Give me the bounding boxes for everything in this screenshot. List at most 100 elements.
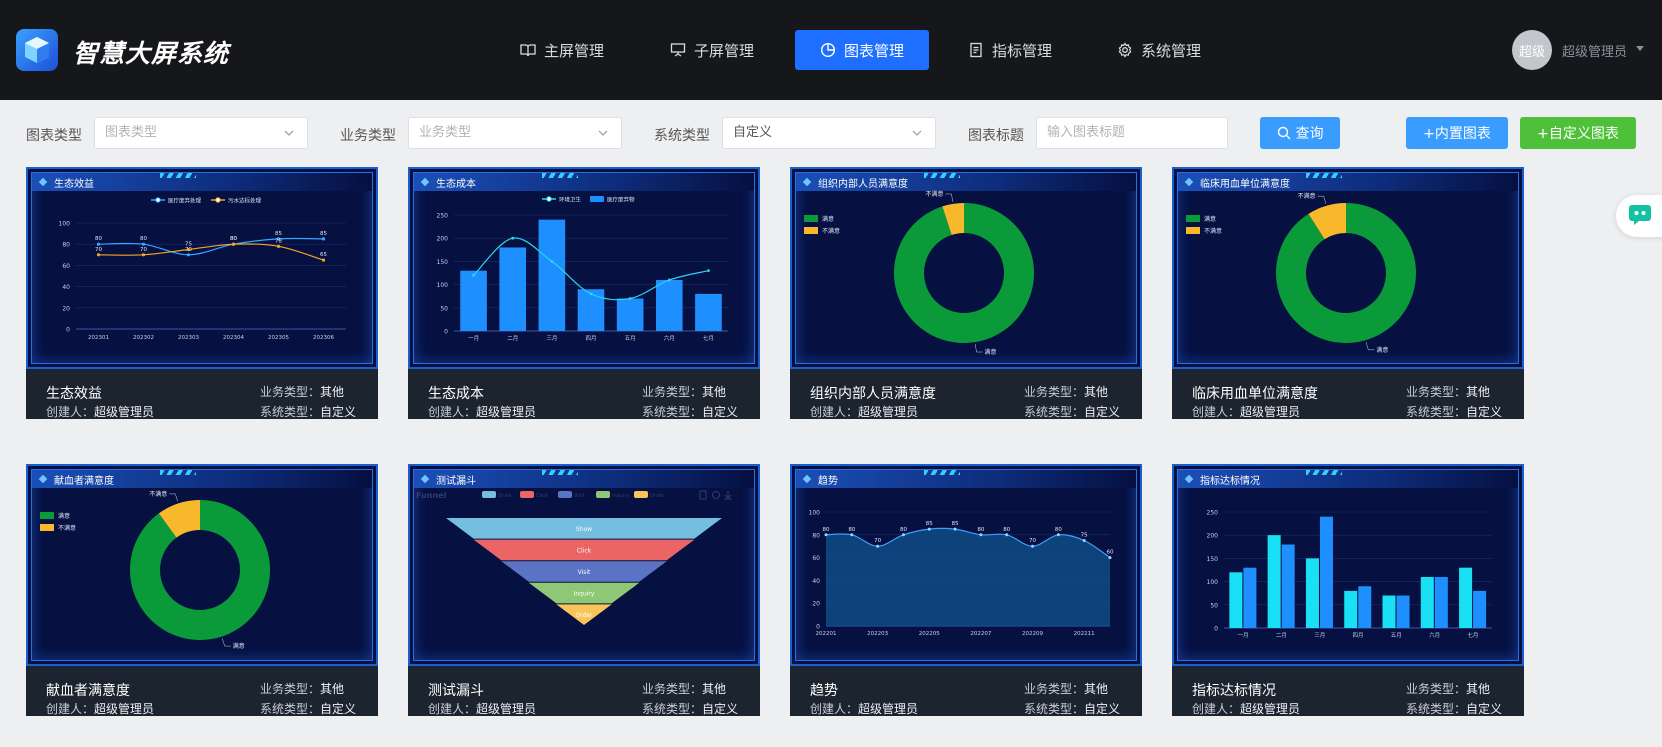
- chart-card[interactable]: 生态成本 0 50 100 150 200 250 一月 二月 三月 四月 五月 六月 七月 环境卫生 医疗废…: [408, 167, 760, 419]
- card-biz-type: 业务类型：其他: [1024, 680, 1108, 697]
- creator-value: 超级管理员: [1240, 405, 1301, 419]
- legend-label: Visit: [574, 493, 585, 499]
- data-point: [1005, 533, 1009, 537]
- chart-card[interactable]: 临床用血单位满意度 满意 不满意 满意 不满意 临床用血单位满意度 创建人：超级管理员 业务类…: [1172, 167, 1524, 419]
- chart-card[interactable]: 生态效益 0 20 40 60 80 100 202301 202302 202303 202304…: [26, 167, 378, 419]
- x-tick-label: 二月: [507, 335, 518, 342]
- legend-label: 污水达标处理: [228, 197, 262, 205]
- sys-value: 自定义: [1084, 405, 1121, 419]
- user-avatar[interactable]: 超级: [1512, 30, 1552, 70]
- x-tick-label: 202302: [133, 335, 154, 341]
- bar-A: [1305, 558, 1319, 628]
- card-title: 测试漏斗: [428, 683, 484, 699]
- sys-label: 系统类型：: [1024, 702, 1085, 716]
- data-point: [1031, 544, 1035, 548]
- sys-label: 系统类型：: [642, 405, 703, 419]
- series-line: [98, 243, 324, 261]
- chart-card[interactable]: 指标达标情况 0 50 100 150 200 250 一月 二月 三月 四月 五月 六月 七月 指标达标情…: [1172, 464, 1524, 716]
- biz-value: 其他: [320, 385, 345, 399]
- x-tick-label: 七月: [1467, 631, 1478, 639]
- chart-preview[interactable]: 献血者满意度 满意 不满意 满意 不满意: [26, 464, 378, 666]
- bar-医疗废弃物: [616, 298, 644, 331]
- data-label: 80: [823, 527, 830, 533]
- legend-label: Show: [498, 493, 512, 499]
- biz-value: 其他: [1084, 682, 1109, 696]
- slice-label: 不满意: [149, 490, 167, 498]
- data-view-icon: [699, 490, 707, 500]
- creator-label: 创建人：: [1192, 702, 1241, 716]
- bar-B: [1434, 576, 1448, 628]
- chart-card[interactable]: 献血者满意度 满意 不满意 满意 不满意 献血者满意度 创建人：超级管理员 业务类型：其他 系统…: [26, 464, 378, 716]
- chart-title-input[interactable]: 输入图表标题: [1036, 117, 1228, 149]
- creator-value: 超级管理员: [94, 405, 155, 419]
- bar-B: [1358, 586, 1372, 628]
- add-custom-chart-button[interactable]: +自定义图表: [1520, 117, 1636, 149]
- nav-item-main-screen[interactable]: 主屏管理: [508, 30, 616, 70]
- card-sys-type: 系统类型：自定义: [1406, 700, 1502, 717]
- nav-item-system[interactable]: 系统管理: [1105, 30, 1213, 70]
- data-point: [472, 273, 475, 277]
- chart-preview[interactable]: 组织内部人员满意度 满意 不满意 满意 不满意: [790, 167, 1142, 369]
- chat-float-button[interactable]: [1616, 195, 1662, 237]
- chart-preview[interactable]: 生态成本 0 50 100 150 200 250 一月 二月 三月 四月 五月 六月 七月 环境卫生 医疗废…: [408, 167, 760, 369]
- chart-type-select[interactable]: 图表类型: [94, 117, 308, 149]
- legend-swatch: [482, 491, 496, 498]
- card-creator: 创建人：超级管理员: [46, 700, 154, 717]
- chart-type-placeholder: 图表类型: [105, 125, 158, 140]
- sys-label: 系统类型：: [1024, 405, 1085, 419]
- data-point: [231, 242, 236, 246]
- creator-value: 超级管理员: [858, 702, 919, 716]
- data-point: [824, 533, 828, 537]
- add-builtin-chart-button[interactable]: +内置图表: [1406, 117, 1508, 149]
- nav-label: 子屏管理: [694, 41, 755, 60]
- chart-card[interactable]: 趋势 0 20 40 60 80 100 80 80 70 80 85 85 80 80 70 80 75 60 20…: [790, 464, 1142, 716]
- x-tick-label: 三月: [546, 335, 557, 342]
- chart-card[interactable]: 组织内部人员满意度 满意 不满意 满意 不满意 组织内部人员满意度 创建人：超级管理员 业务类…: [790, 167, 1142, 419]
- legend-label: 不满意: [58, 524, 76, 532]
- creator-value: 超级管理员: [476, 405, 537, 419]
- legend-swatch: [590, 196, 604, 202]
- chart-card[interactable]: 测试漏斗 Funnel Show Click Visit Inquiry Order Show…: [408, 464, 760, 716]
- sys-type-select[interactable]: 自定义: [722, 117, 936, 149]
- chart-svg: 0 50 100 150 200 250 一月 二月 三月 四月 五月 六月 七月: [1207, 510, 1492, 639]
- chart-preview[interactable]: 生态效益 0 20 40 60 80 100 202301 202302 202303 202304…: [26, 167, 378, 369]
- creator-value: 超级管理员: [858, 405, 919, 419]
- x-tick-label: 202304: [223, 335, 244, 341]
- biz-type-select[interactable]: 业务类型: [408, 117, 622, 149]
- leader-line: [945, 193, 953, 202]
- chart-preview[interactable]: 指标达标情况 0 50 100 150 200 250 一月 二月 三月 四月 五月 六月 七月: [1172, 464, 1524, 666]
- bar-A: [1267, 535, 1281, 628]
- data-point: [1108, 556, 1112, 560]
- chart-preview[interactable]: 临床用血单位满意度 满意 不满意 满意 不满意: [1172, 167, 1524, 369]
- x-tick-label: 六月: [1429, 631, 1440, 639]
- y-tick-label: 50: [440, 305, 448, 312]
- query-button[interactable]: 查询: [1260, 117, 1340, 149]
- legend-label: Inquiry: [612, 493, 629, 499]
- chart-preview[interactable]: 测试漏斗 Funnel Show Click Visit Inquiry Order Show…: [408, 464, 760, 666]
- x-tick-label: 一月: [1238, 632, 1249, 639]
- nav-item-chart[interactable]: 图表管理: [795, 30, 929, 70]
- chart-type-label: 图表类型: [26, 128, 82, 144]
- chart-preview[interactable]: 趋势 0 20 40 60 80 100 80 80 70 80 85 85 80 80 70 80 75 60 20…: [790, 464, 1142, 666]
- card-biz-type: 业务类型：其他: [642, 680, 726, 697]
- data-point: [979, 533, 983, 537]
- y-tick-label: 40: [812, 578, 820, 585]
- caret-down-icon[interactable]: [1636, 46, 1644, 51]
- y-tick-label: 20: [62, 305, 70, 312]
- data-point: [141, 242, 146, 246]
- data-point: [589, 292, 593, 296]
- y-tick-label: 0: [816, 624, 820, 631]
- sys-label: 系统类型：: [1406, 405, 1467, 419]
- user-name-dropdown[interactable]: 超级管理员: [1562, 41, 1627, 60]
- bar-医疗废弃物: [499, 247, 527, 331]
- nav-item-sub-screen[interactable]: 子屏管理: [658, 30, 766, 70]
- nav-item-indicator[interactable]: 指标管理: [956, 30, 1064, 70]
- chart-svg: 0 20 40 60 80 100 202301 202302 202303 202304 2023…: [59, 197, 346, 341]
- bar-A: [1420, 576, 1434, 628]
- y-tick-label: 60: [62, 263, 70, 270]
- sys-value: 自定义: [1466, 702, 1503, 716]
- data-label: 80: [977, 527, 984, 533]
- legend-swatch: [520, 491, 534, 498]
- legend-label: Click: [536, 493, 548, 499]
- creator-label: 创建人：: [428, 702, 477, 716]
